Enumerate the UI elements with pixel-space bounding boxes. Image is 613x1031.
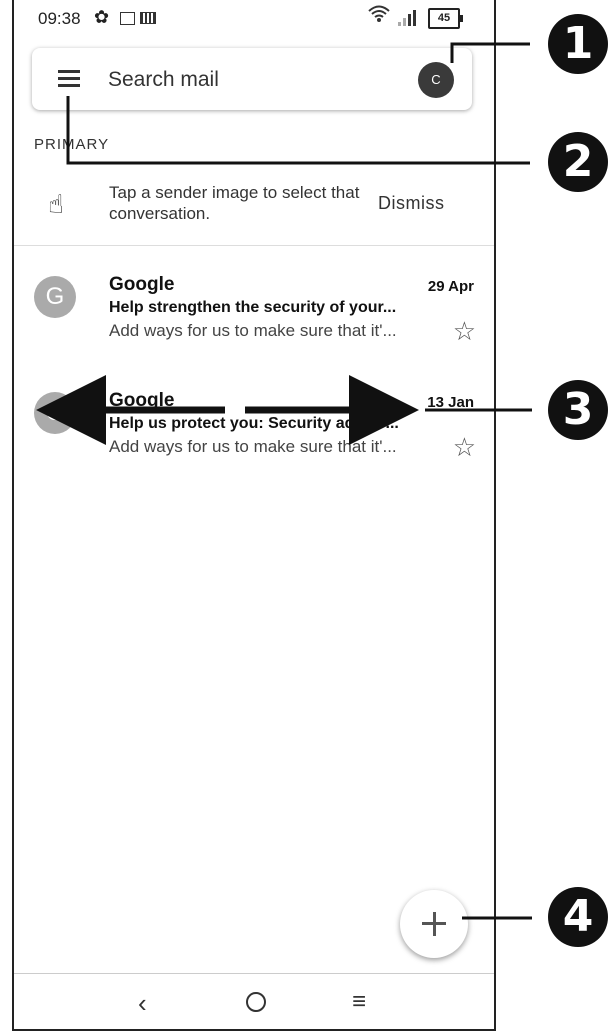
phone-screen: 09:38 ✿ 45 Search mail C PRIMARY ☝ Tap a… [12, 0, 496, 1031]
email-date: 13 Jan [427, 394, 474, 411]
callout-3: 3 [548, 380, 608, 440]
plus-icon-v [432, 912, 436, 936]
status-time: 09:38 [38, 9, 81, 28]
keyboard-notification-icon [140, 12, 156, 24]
star-icon[interactable]: ☆ [453, 316, 476, 347]
callout-4: 4 [548, 887, 608, 947]
tip-text: Tap a sender image to select that conver… [109, 183, 360, 223]
signal-icon [398, 10, 416, 26]
settings-gear-icon: ✿ [94, 7, 110, 27]
email-list-item[interactable]: G Google 29 Apr Help strengthen the secu… [14, 266, 494, 366]
email-subject: Help strengthen the security of your... [109, 299, 397, 316]
star-icon[interactable]: ☆ [453, 432, 476, 463]
email-date: 29 Apr [427, 278, 474, 295]
email-snippet: Add ways for us to make sure that it'... [109, 321, 397, 340]
home-icon[interactable] [246, 992, 266, 1012]
status-bar: 09:38 ✿ 45 [14, 0, 494, 36]
sender-avatar[interactable]: G [34, 276, 76, 318]
section-label-primary: PRIMARY [34, 136, 110, 153]
compose-button[interactable] [400, 890, 468, 958]
email-snippet: Add ways for us to make sure that it'... [109, 437, 397, 456]
email-sender: Google [109, 390, 175, 411]
tip-banner: ☝ Tap a sender image to select that conv… [14, 175, 494, 246]
account-avatar[interactable]: C [418, 62, 454, 98]
email-subject: Help us protect you: Security advice... [109, 415, 399, 432]
back-icon[interactable]: ‹ [138, 988, 147, 1019]
dismiss-button[interactable]: Dismiss [378, 193, 445, 214]
wifi-icon [368, 4, 390, 29]
battery-icon: 45 [428, 8, 463, 29]
sender-avatar[interactable]: G [34, 392, 76, 434]
email-list-item[interactable]: G Google 13 Jan Help us protect you: Sec… [14, 382, 494, 482]
search-input[interactable]: Search mail [108, 68, 219, 92]
callout-2: 2 [548, 132, 608, 192]
system-nav-bar: ‹ ≡ [14, 973, 494, 1029]
image-notification-icon [120, 12, 135, 25]
touch-hand-icon: ☝ [48, 189, 64, 219]
search-bar[interactable]: Search mail C [32, 48, 472, 110]
callout-1: 1 [548, 14, 608, 74]
recent-apps-icon[interactable]: ≡ [352, 988, 366, 1016]
email-sender: Google [109, 274, 175, 295]
menu-icon[interactable] [58, 70, 80, 88]
